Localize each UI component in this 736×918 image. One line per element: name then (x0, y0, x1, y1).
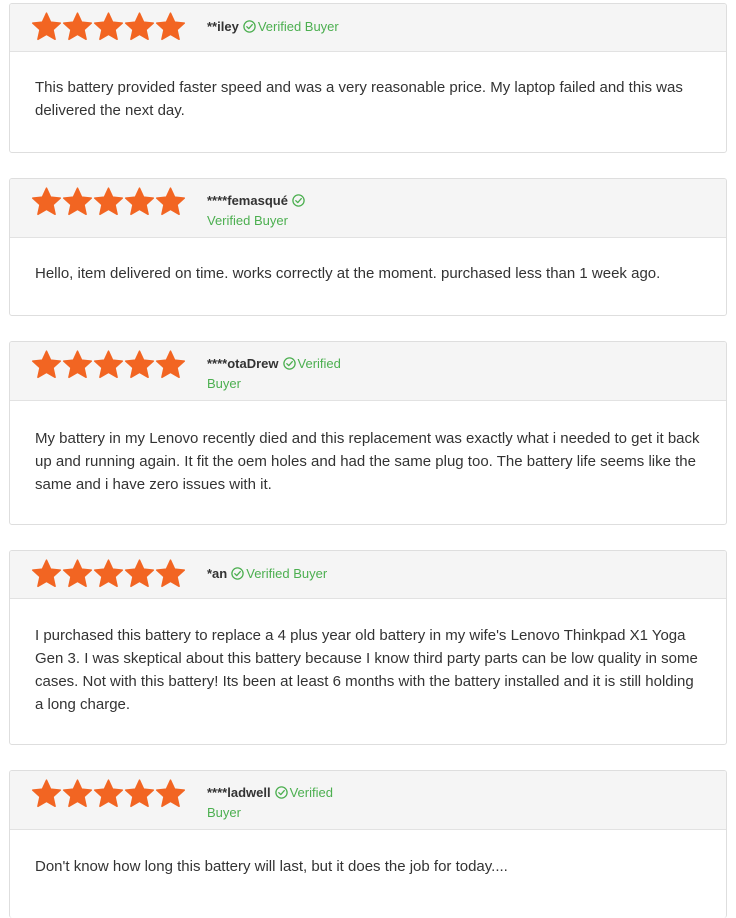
review-header: ****femasqué Verified Buyer (10, 179, 726, 238)
reviewer-name: ****otaDrew (207, 356, 279, 371)
reviewer-name: ****femasqué (207, 193, 288, 208)
reviewer-info: ****ladwell Verified Buyer (207, 783, 367, 823)
star-rating (31, 187, 186, 217)
check-circle-icon (292, 194, 305, 207)
star-icon (31, 350, 62, 380)
star-icon (62, 779, 93, 809)
check-circle-icon (274, 786, 288, 799)
review-card: *an Verified Buyer I purchased this batte… (9, 550, 727, 745)
star-icon (62, 187, 93, 217)
reviewer-info: ****otaDrew Verified Buyer (207, 354, 367, 394)
review-text: I purchased this battery to replace a 4 … (35, 627, 698, 713)
star-icon (31, 559, 62, 589)
review-card: ****femasqué Verified Buyer Hello, item d… (9, 178, 727, 316)
star-icon (155, 187, 186, 217)
review-header: *an Verified Buyer (10, 551, 726, 599)
check-circle-icon (231, 567, 244, 580)
star-icon (93, 779, 124, 809)
verified-buyer-badge: Verified Buyer (246, 566, 328, 581)
review-text: Don't know how long this battery will la… (35, 858, 508, 875)
star-icon (124, 779, 155, 809)
reviewer-info: ****femasqué Verified Buyer (207, 191, 327, 231)
star-rating (31, 779, 186, 809)
star-icon (93, 187, 124, 217)
verified-buyer-badge: Verified Buyer (257, 19, 339, 34)
review-header: ****otaDrew Verified Buyer (10, 342, 726, 401)
reviewer-name: *an (207, 566, 228, 581)
verified-buyer-badge: Verified Buyer (207, 213, 288, 228)
review-card: ****ladwell Verified Buyer Don't know how… (9, 770, 727, 918)
reviewer-name: ****ladwell (207, 785, 271, 800)
star-icon (31, 12, 62, 42)
review-card: **iley Verified Buyer This battery provid… (9, 3, 727, 153)
star-rating (31, 559, 186, 589)
star-icon (155, 12, 186, 42)
reviewer-info: *an Verified Buyer (207, 564, 507, 584)
star-icon (93, 559, 124, 589)
star-icon (124, 559, 155, 589)
reviewer-name: **iley (207, 19, 239, 34)
review-text: This battery provided faster speed and w… (35, 79, 683, 119)
review-header: ****ladwell Verified Buyer (10, 771, 726, 830)
review-text: My battery in my Lenovo recently died an… (35, 430, 700, 493)
review-text: Hello, item delivered on time. works cor… (35, 265, 661, 282)
reviewer-info: **iley Verified Buyer (207, 17, 507, 37)
check-circle-icon (282, 357, 296, 370)
star-icon (62, 12, 93, 42)
review-card: ****otaDrew Verified Buyer My battery in … (9, 341, 727, 525)
star-icon (155, 779, 186, 809)
star-icon (62, 350, 93, 380)
star-icon (124, 12, 155, 42)
star-icon (124, 350, 155, 380)
star-icon (155, 559, 186, 589)
star-icon (155, 350, 186, 380)
star-icon (31, 779, 62, 809)
check-circle-icon (243, 20, 256, 33)
star-icon (62, 559, 93, 589)
star-icon (124, 187, 155, 217)
star-icon (93, 350, 124, 380)
star-rating (31, 350, 186, 380)
star-icon (93, 12, 124, 42)
star-rating (31, 12, 186, 42)
review-header: **iley Verified Buyer (10, 4, 726, 52)
star-icon (31, 187, 62, 217)
